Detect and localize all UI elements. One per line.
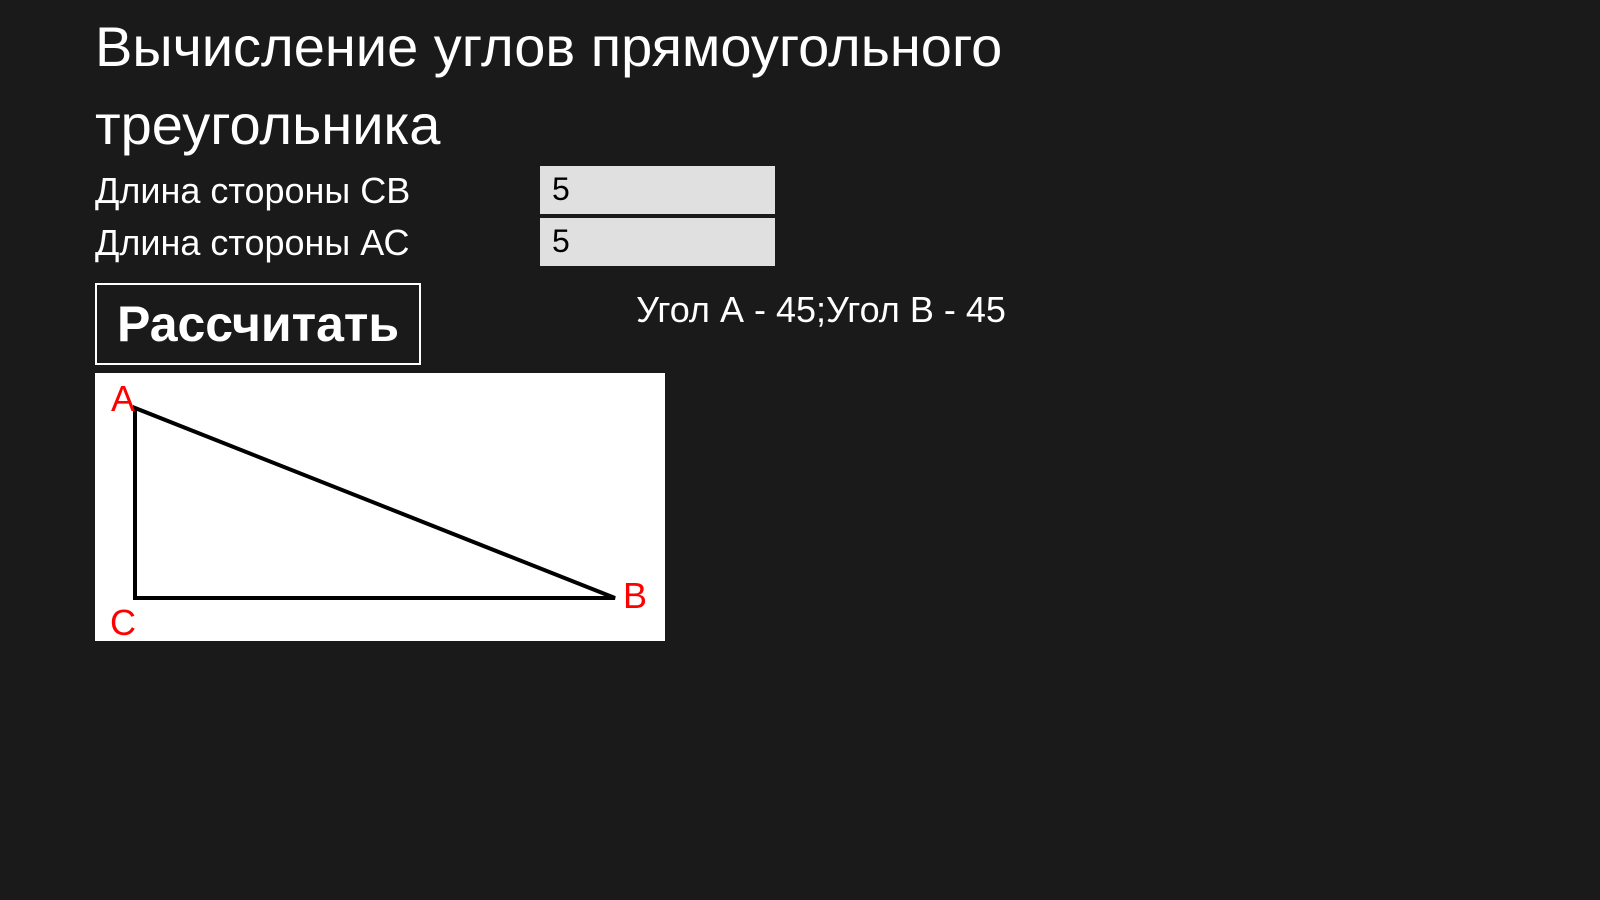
triangle-diagram: A B C bbox=[95, 373, 665, 641]
input-cb[interactable] bbox=[540, 166, 775, 216]
result-output: Угол А - 45;Угол В - 45 bbox=[636, 289, 1006, 331]
row-ac: Длина стороны АС bbox=[95, 217, 1600, 269]
page-title: Вычисление углов прямоугольного треуголь… bbox=[95, 8, 1295, 165]
vertex-a-label: A bbox=[111, 378, 135, 419]
row-cb: Длина стороны СВ bbox=[95, 165, 1600, 217]
input-ac[interactable] bbox=[540, 218, 775, 268]
vertex-b-label: B bbox=[623, 575, 647, 616]
label-cb: Длина стороны СВ bbox=[95, 170, 540, 212]
vertex-c-label: C bbox=[110, 602, 136, 641]
label-ac: Длина стороны АС bbox=[95, 222, 540, 264]
calculate-button[interactable]: Рассчитать bbox=[95, 283, 421, 365]
triangle-shape bbox=[135, 408, 615, 598]
